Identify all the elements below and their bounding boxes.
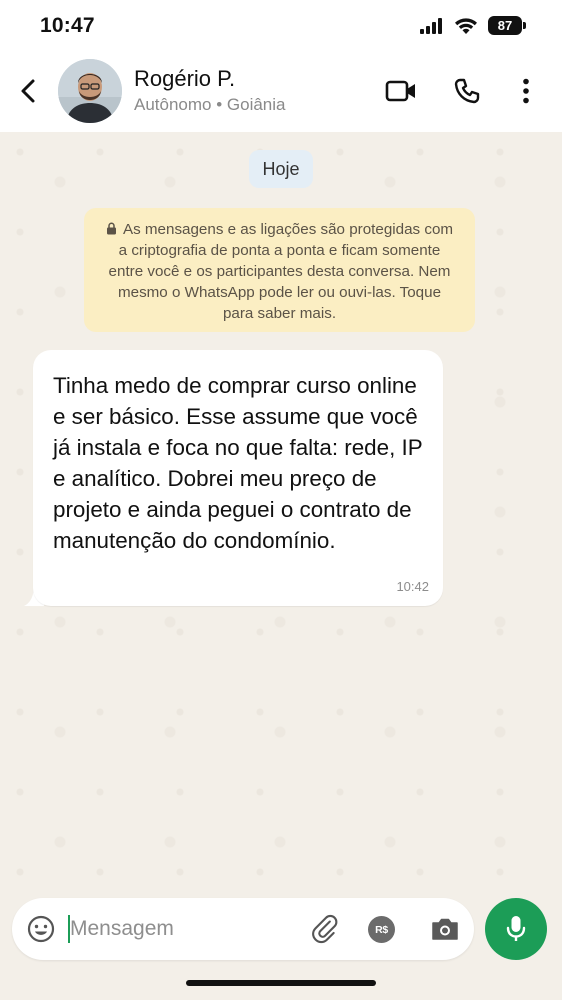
home-indicator xyxy=(186,980,376,986)
chat-header: Rogério P. Autônomo • Goiânia xyxy=(0,52,562,132)
mic-button[interactable] xyxy=(485,898,547,960)
video-call-icon xyxy=(385,80,415,102)
message-text: Tinha medo de comprar curso online e ser… xyxy=(53,373,423,553)
battery-icon: 87 xyxy=(488,16,526,35)
contact-name[interactable]: Rogério P. xyxy=(134,66,235,92)
more-options-button[interactable] xyxy=(509,74,543,108)
status-bar: 10:47 87 xyxy=(0,0,562,52)
video-call-button[interactable] xyxy=(384,74,418,108)
payment-icon[interactable]: R$ xyxy=(368,916,395,943)
battery-level: 87 xyxy=(497,18,513,33)
encryption-notice[interactable]: As mensagens e as ligações são protegida… xyxy=(84,208,475,332)
status-time: 10:47 xyxy=(40,14,95,37)
signal-icon xyxy=(420,17,442,34)
wifi-icon xyxy=(455,17,477,34)
camera-icon[interactable] xyxy=(430,914,460,944)
mic-icon xyxy=(506,916,526,941)
payment-label: R$ xyxy=(375,923,388,936)
date-label: Hoje xyxy=(249,150,313,188)
more-vertical-icon xyxy=(523,78,529,104)
lock-icon xyxy=(106,222,116,235)
attach-icon[interactable] xyxy=(308,913,340,945)
avatar-image xyxy=(58,59,122,123)
message-input[interactable] xyxy=(70,912,300,946)
contact-status: Autônomo • Goiânia xyxy=(134,95,286,114)
message-bubble[interactable]: Tinha medo de comprar curso online e ser… xyxy=(33,350,443,606)
encryption-notice-text: As mensagens e as ligações são protegida… xyxy=(108,221,454,322)
message-time: 10:42 xyxy=(396,579,429,594)
message-input-container: R$ xyxy=(12,898,474,960)
input-bar: R$ xyxy=(0,890,562,1000)
voice-call-button[interactable] xyxy=(450,74,484,108)
status-icons: 87 xyxy=(420,16,526,35)
chat-area[interactable]: Hoje As mensagens e as ligações são prot… xyxy=(0,132,562,890)
phone-icon xyxy=(454,78,480,104)
avatar[interactable] xyxy=(58,59,122,123)
back-arrow-icon[interactable] xyxy=(16,76,42,106)
emoji-icon[interactable] xyxy=(26,914,56,944)
